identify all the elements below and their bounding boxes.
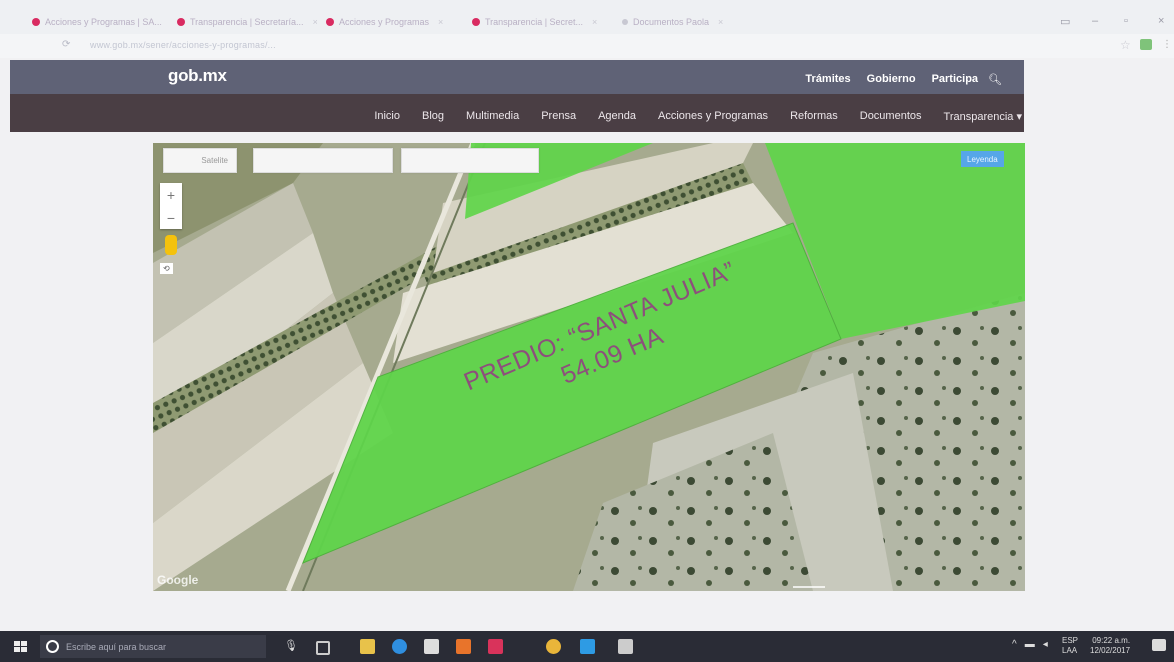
file-explorer-icon[interactable] <box>360 639 375 654</box>
top-link-tramites[interactable]: Trámites <box>805 73 850 86</box>
browser-tab[interactable]: Transparencia | Secretaría... × <box>177 12 317 32</box>
nav-item-blog[interactable]: Blog <box>422 110 444 123</box>
tab-label: Acciones y Programas | SA... <box>45 17 162 27</box>
top-link-gobierno[interactable]: Gobierno <box>867 73 916 86</box>
site-favicon-icon <box>32 18 40 26</box>
zoom-in-button[interactable]: + <box>167 187 175 203</box>
close-icon[interactable]: × <box>592 17 597 27</box>
show-hidden-icons-icon[interactable]: ^ <box>1012 639 1017 650</box>
satellite-map[interactable]: Satelite + − ⟲ Leyenda PREDIO: “SANTA JU… <box>153 143 1025 591</box>
search-placeholder: Escribe aquí para buscar <box>66 641 167 652</box>
nav-item-multimedia[interactable]: Multimedia <box>466 110 519 123</box>
top-link-participa[interactable]: Participa <box>932 73 978 86</box>
browser-tab[interactable]: Acciones y Programas × <box>326 12 466 32</box>
browser-tab[interactable]: Transparencia | Secret... × <box>472 12 612 32</box>
site-header: gob.mx Trámites Gobierno Participa 🔍︎ <box>10 60 1024 94</box>
browser-tab[interactable]: Acciones y Programas | SA... × <box>32 12 170 32</box>
site-logo[interactable]: gob.mx <box>168 66 227 86</box>
volume-icon[interactable]: ◂ <box>1043 639 1048 650</box>
chrome-icon[interactable] <box>546 639 561 654</box>
nav-item-acciones[interactable]: Acciones y Programas <box>658 110 768 123</box>
zoom-out-button[interactable]: − <box>167 210 175 226</box>
edge-browser-icon[interactable] <box>392 639 407 654</box>
close-icon[interactable]: × <box>718 17 723 27</box>
taskbar-search-box[interactable]: Escribe aquí para buscar <box>40 635 266 658</box>
address-bar: ⟳ www.gob.mx/sener/acciones-y-programas/… <box>0 34 1174 58</box>
system-clock[interactable]: 09:22 a.m. 12/02/2017 <box>1090 636 1130 656</box>
nav-item-documentos[interactable]: Documentos <box>860 110 922 123</box>
task-view-icon[interactable] <box>316 641 330 655</box>
nav-item-transparencia[interactable]: Transparencia ▾ <box>944 110 1022 123</box>
site-favicon-icon <box>472 18 480 26</box>
cortana-icon <box>46 640 59 653</box>
user-profile-icon[interactable]: ▭ <box>1060 15 1070 28</box>
windows-taskbar: Escribe aquí para buscar 🎙︎ ^ ▬ ◂ ESP LA… <box>0 631 1174 662</box>
maximize-icon[interactable]: ▫ <box>1124 15 1128 27</box>
minimize-icon[interactable]: – <box>1092 15 1098 27</box>
store-icon[interactable] <box>424 639 439 654</box>
tab-label: Documentos Paola <box>633 17 710 27</box>
url-field[interactable]: www.gob.mx/sener/acciones-y-programas/..… <box>90 40 276 50</box>
nav-item-inicio[interactable]: Inicio <box>374 110 400 123</box>
nav-item-agenda[interactable]: Agenda <box>598 110 636 123</box>
tab-label: Transparencia | Secretaría... <box>190 17 304 27</box>
keyboard-layout: LAA <box>1062 646 1078 655</box>
microphone-icon[interactable]: 🎙︎ <box>284 639 298 652</box>
tab-label: Transparencia | Secret... <box>485 17 584 27</box>
search-icon[interactable]: 🔍︎ <box>988 73 1002 86</box>
reload-icon[interactable]: ⟳ <box>62 39 70 50</box>
top-links: Trámites Gobierno Participa 🔍︎ <box>805 73 1002 86</box>
map-filter-field[interactable] <box>401 148 539 173</box>
satellite-toggle-button[interactable]: Satelite <box>163 148 237 173</box>
nav-item-reformas[interactable]: Reformas <box>790 110 838 123</box>
tab-label: Acciones y Programas <box>339 17 430 27</box>
google-logo: Google <box>157 573 199 587</box>
rotate-map-icon[interactable]: ⟲ <box>160 263 173 274</box>
close-icon[interactable]: × <box>313 17 317 27</box>
site-favicon-icon <box>177 18 185 26</box>
street-view-pegman-icon[interactable] <box>165 235 177 255</box>
notifications-icon[interactable] <box>1152 639 1166 651</box>
language-indicator[interactable]: ESP LAA <box>1062 636 1078 656</box>
main-nav: Inicio Blog Multimedia Prensa Agenda Acc… <box>10 94 1024 132</box>
battery-icon[interactable]: ▬ <box>1025 639 1035 650</box>
clock-date: 12/02/2017 <box>1090 646 1131 655</box>
language-code: ESP <box>1062 636 1079 645</box>
zoom-control: + − <box>160 183 182 229</box>
legend-button[interactable]: Leyenda <box>961 151 1004 167</box>
office-icon[interactable] <box>456 639 471 654</box>
map-search-field[interactable] <box>253 148 393 173</box>
shield-app-icon[interactable] <box>488 639 503 654</box>
window-close-icon[interactable]: × <box>1158 15 1164 27</box>
system-tray: ^ ▬ ◂ <box>1012 639 1048 650</box>
clock-time: 09:22 a.m. <box>1092 636 1131 645</box>
close-icon[interactable]: × <box>438 17 443 27</box>
browser-tab-bar: Acciones y Programas | SA... × Transpare… <box>0 0 1174 34</box>
extension-icon[interactable] <box>1140 39 1152 50</box>
bookmark-star-icon[interactable]: ☆ <box>1120 38 1131 52</box>
nav-item-prensa[interactable]: Prensa <box>541 110 576 123</box>
document-favicon-icon <box>622 19 628 25</box>
calculator-icon[interactable] <box>618 639 633 654</box>
browser-tab[interactable]: Documentos Paola × <box>622 12 762 32</box>
site-favicon-icon <box>326 18 334 26</box>
windows-start-icon[interactable] <box>14 641 27 652</box>
browser-menu-icon[interactable]: ⋮ <box>1162 39 1172 50</box>
mail-icon[interactable] <box>580 639 595 654</box>
